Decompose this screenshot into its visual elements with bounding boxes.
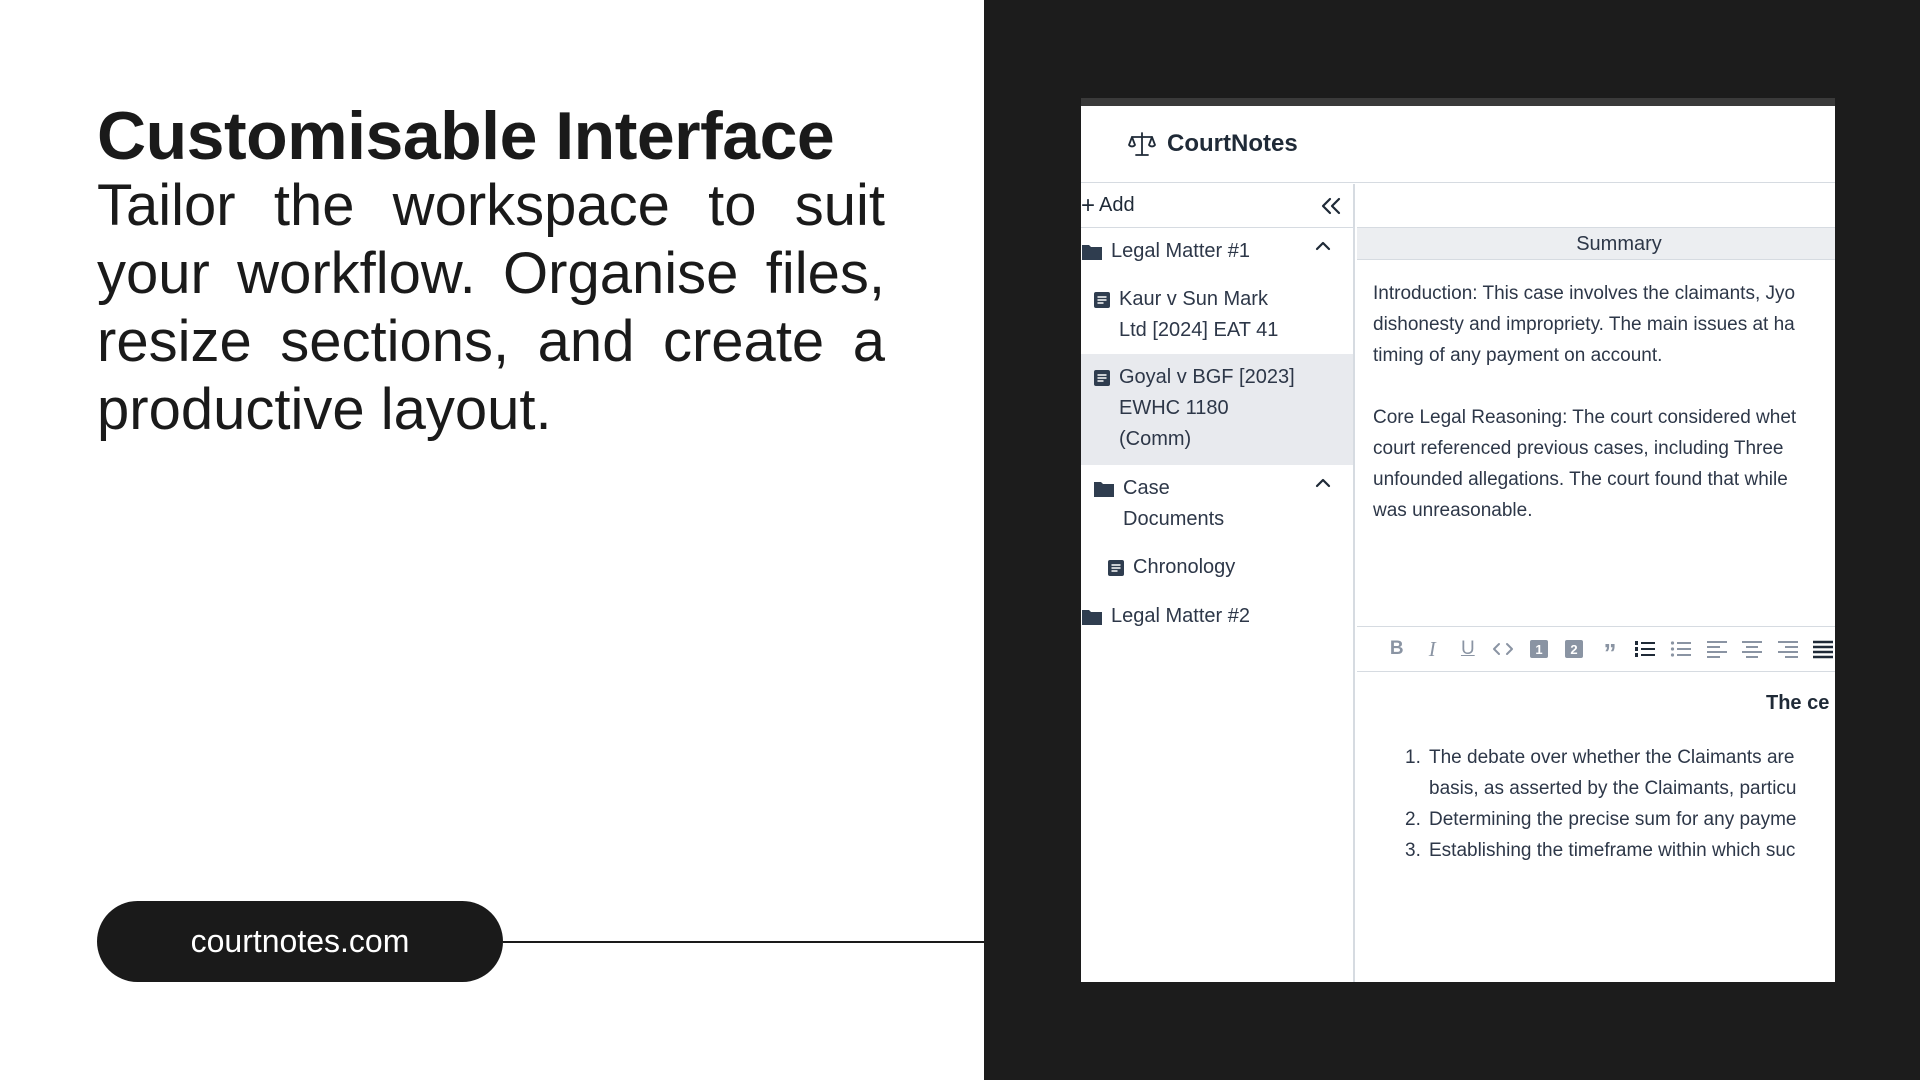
summary-paragraph-introduction: Introduction: This case involves the cla… bbox=[1373, 283, 1796, 366]
summary-paragraph-reasoning: Core Legal Reasoning: The court consider… bbox=[1373, 407, 1797, 521]
summary-header: Summary bbox=[1357, 228, 1835, 260]
main-topbar bbox=[1357, 184, 1835, 228]
quote-icon[interactable]: ” bbox=[1598, 637, 1622, 666]
sidebar-toolbar: + Add bbox=[1081, 184, 1353, 228]
app-brand: CourtNotes bbox=[1167, 130, 1298, 157]
connector-line bbox=[503, 941, 984, 943]
folder-icon bbox=[1082, 610, 1102, 625]
sidebar: + Add Legal Matter #1 Kaur v Sun Mark Lt… bbox=[1081, 184, 1355, 982]
scales-icon bbox=[1128, 132, 1156, 156]
document-label: Goyal v BGF [2023] EWHC 1180 (Comm) bbox=[1119, 366, 1295, 450]
plus-icon: + bbox=[1081, 191, 1096, 219]
folder-label: Legal Matter #2 bbox=[1111, 605, 1250, 627]
add-button[interactable]: + Add bbox=[1081, 191, 1135, 219]
document-icon bbox=[1094, 292, 1110, 308]
editor-toolbar: B I U 1 2 ” bbox=[1357, 626, 1835, 672]
heading-1-icon[interactable]: 1 bbox=[1527, 637, 1551, 661]
chevron-up-icon[interactable] bbox=[1315, 477, 1331, 489]
sidebar-folder-legal-matter-2[interactable]: Legal Matter #2 bbox=[1081, 592, 1353, 641]
sidebar-doc-goyal-v-bgf[interactable]: Goyal v BGF [2023] EWHC 1180 (Comm) bbox=[1081, 354, 1353, 465]
align-left-icon[interactable] bbox=[1705, 637, 1729, 661]
list-item: 1. The debate over whether the Claimants… bbox=[1405, 747, 1797, 799]
code-icon[interactable] bbox=[1492, 637, 1516, 661]
folder-icon bbox=[1082, 245, 1102, 260]
svg-text:1: 1 bbox=[1535, 642, 1542, 657]
website-link[interactable]: courtnotes.com bbox=[97, 901, 503, 982]
chevrons-left-icon bbox=[1321, 197, 1341, 214]
sidebar-doc-chronology[interactable]: Chronology bbox=[1081, 543, 1353, 592]
heading-2-icon[interactable]: 2 bbox=[1563, 637, 1587, 661]
document-label: Chronology bbox=[1133, 556, 1236, 578]
folder-icon bbox=[1094, 482, 1114, 497]
align-right-icon[interactable] bbox=[1776, 637, 1800, 661]
chevron-up-icon[interactable] bbox=[1315, 240, 1331, 252]
marketing-panel: Customisable Interface Tailor the worksp… bbox=[0, 0, 984, 1080]
bullet-list-icon[interactable] bbox=[1669, 637, 1693, 661]
collapse-sidebar-button[interactable] bbox=[1319, 194, 1343, 218]
align-center-icon[interactable] bbox=[1740, 637, 1764, 661]
sidebar-folder-case-documents[interactable]: Case Documents bbox=[1081, 465, 1353, 543]
document-icon bbox=[1094, 370, 1110, 386]
add-label: Add bbox=[1099, 194, 1135, 216]
folder-label: Legal Matter #1 bbox=[1111, 240, 1250, 262]
sidebar-doc-kaur-v-sun-mark[interactable]: Kaur v Sun Mark Ltd [2024] EAT 41 bbox=[1081, 276, 1353, 354]
list-item: 3. Establishing the timeframe within whi… bbox=[1405, 840, 1796, 861]
sidebar-folder-legal-matter-1[interactable]: Legal Matter #1 bbox=[1081, 228, 1353, 276]
page-title: Customisable Interface bbox=[97, 98, 835, 174]
tagline: Tailor the workspace to suit your workfl… bbox=[97, 173, 885, 442]
app-window: CourtNotes + Add Legal Matter #1 Kaur v … bbox=[1081, 98, 1835, 982]
ordered-list-icon[interactable] bbox=[1634, 637, 1658, 661]
list-item: 2. Determining the precise sum for any p… bbox=[1405, 809, 1797, 830]
italic-icon[interactable]: I bbox=[1421, 637, 1445, 661]
editor-numbered-list: 1. The debate over whether the Claimants… bbox=[1405, 742, 1797, 866]
underline-icon[interactable]: U bbox=[1456, 637, 1480, 661]
editor-body[interactable]: The ce 1. The debate over whether the Cl… bbox=[1357, 672, 1835, 982]
main-pane: Summary Introduction: This case involves… bbox=[1357, 184, 1835, 982]
align-justify-icon[interactable] bbox=[1811, 637, 1835, 661]
bold-icon[interactable]: B bbox=[1385, 637, 1409, 661]
app-header: CourtNotes bbox=[1081, 106, 1835, 183]
summary-text[interactable]: Introduction: This case involves the cla… bbox=[1357, 260, 1835, 526]
folder-label: Case Documents bbox=[1123, 477, 1225, 530]
editor-heading: The ce bbox=[1766, 692, 1830, 714]
document-icon bbox=[1108, 560, 1124, 576]
document-label: Kaur v Sun Mark Ltd [2024] EAT 41 bbox=[1119, 288, 1279, 341]
svg-text:2: 2 bbox=[1571, 642, 1578, 657]
